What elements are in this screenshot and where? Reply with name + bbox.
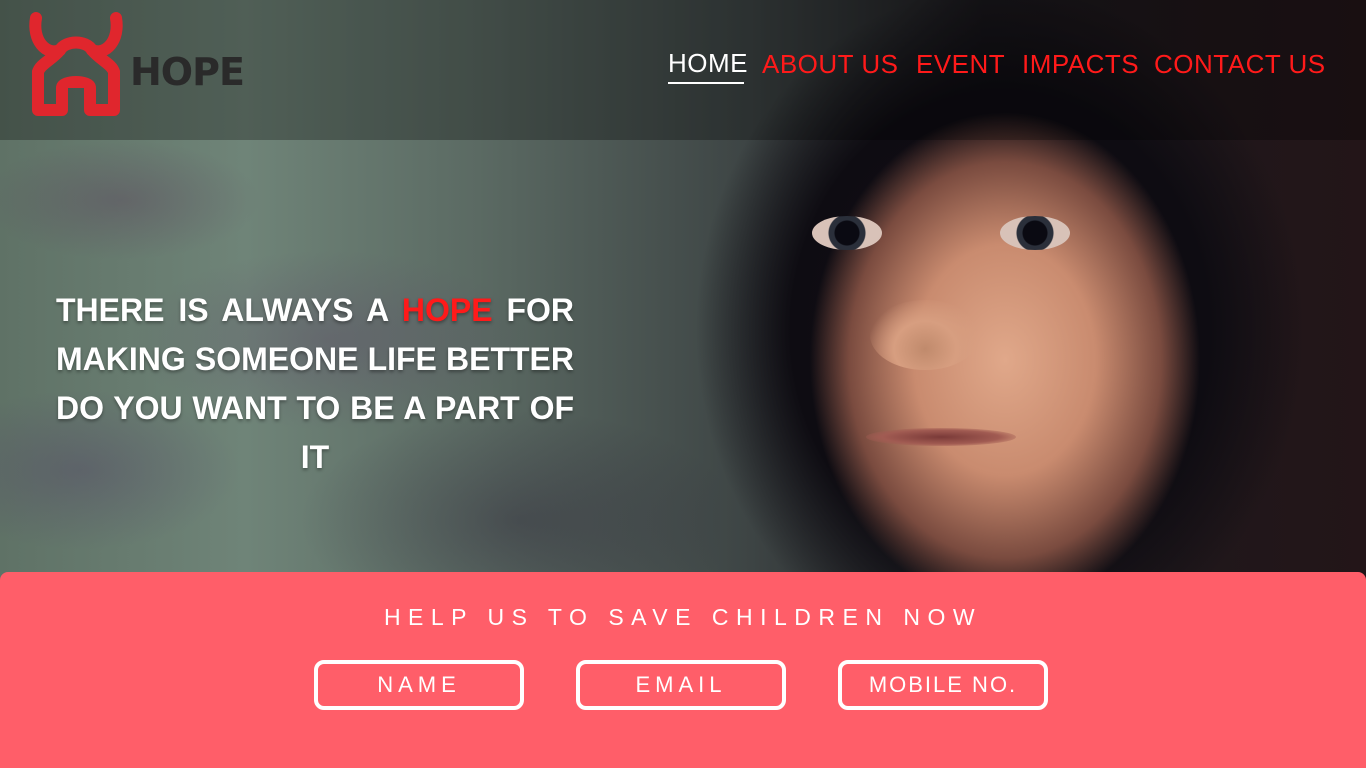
name-input[interactable] bbox=[314, 660, 524, 710]
child-eye-right bbox=[1000, 216, 1070, 250]
form-title: HELP US TO SAVE CHILDREN NOW bbox=[383, 604, 983, 630]
site-header: HOPE HOME ABOUT US EVENT IMPACTS CONTACT… bbox=[0, 0, 1366, 140]
nav-about-us[interactable]: ABOUT US bbox=[762, 49, 898, 83]
hero-tagline: THERE IS ALWAYS A HOPE FOR MAKING SOMEON… bbox=[56, 286, 574, 482]
nav-event[interactable]: EVENT bbox=[916, 49, 1005, 83]
site-logo[interactable]: HOPE bbox=[26, 10, 245, 120]
mobile-input[interactable] bbox=[838, 660, 1048, 710]
hero-text-before: THERE IS ALWAYS A bbox=[56, 292, 402, 328]
brand-name: HOPE bbox=[130, 50, 245, 94]
email-input[interactable] bbox=[576, 660, 786, 710]
nav-impacts[interactable]: IMPACTS bbox=[1022, 49, 1139, 83]
child-eye-left bbox=[812, 216, 882, 250]
nav-home[interactable]: HOME bbox=[668, 48, 748, 84]
hope-logo-icon bbox=[29, 12, 123, 116]
main-nav: HOME ABOUT US EVENT IMPACTS CONTACT US bbox=[668, 46, 1325, 86]
nav-contact-us[interactable]: CONTACT US bbox=[1154, 49, 1325, 83]
child-nose bbox=[870, 300, 980, 370]
donation-form-panel: HELP US TO SAVE CHILDREN NOW bbox=[0, 572, 1366, 768]
child-mouth bbox=[866, 428, 1016, 446]
hero-highlight: HOPE bbox=[401, 292, 493, 328]
